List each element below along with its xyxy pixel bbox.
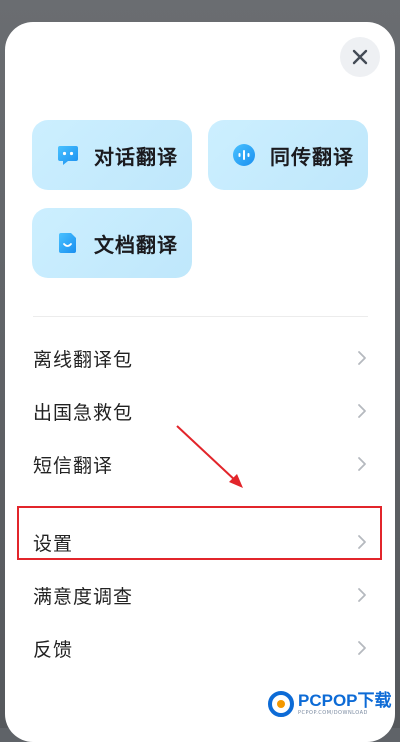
chevron-right-icon: [358, 535, 366, 549]
tile-label: 文档翻译: [94, 232, 178, 257]
menu-item-offline-packs[interactable]: 离线翻译包: [5, 335, 395, 381]
tile-simultaneous-translate[interactable]: 同传翻译: [208, 120, 368, 190]
close-button[interactable]: [340, 37, 380, 77]
voice-wave-icon: [232, 143, 256, 167]
watermark-logo-icon: [268, 691, 294, 717]
menu-item-satisfaction-survey[interactable]: 满意度调查: [5, 572, 395, 618]
chat-bubble-icon: [56, 143, 80, 167]
document-icon: [56, 231, 80, 255]
menu-sheet: 对话翻译 同传翻译 文档翻译 离线翻译包 出国急救包 短信翻译 设置 满意度调查…: [5, 22, 395, 742]
tile-conversation-translate[interactable]: 对话翻译: [32, 120, 192, 190]
chevron-right-icon: [358, 457, 366, 471]
menu-item-feedback[interactable]: 反馈: [5, 625, 395, 671]
tile-label: 同传翻译: [270, 144, 354, 169]
menu-item-label: 短信翻译: [33, 454, 114, 477]
menu-item-label: 设置: [33, 532, 74, 555]
menu-item-label: 离线翻译包: [33, 348, 134, 371]
chevron-right-icon: [358, 351, 366, 365]
menu-item-label: 反馈: [33, 638, 74, 661]
chevron-right-icon: [358, 588, 366, 602]
watermark: PCPOP下载 PCPOP.COM/DOWNLOAD: [268, 680, 398, 728]
chevron-right-icon: [358, 404, 366, 418]
section-divider: [33, 316, 368, 317]
close-icon: [352, 49, 368, 65]
chevron-right-icon: [358, 641, 366, 655]
watermark-subtext: PCPOP.COM/DOWNLOAD: [298, 710, 368, 716]
tile-document-translate[interactable]: 文档翻译: [32, 208, 192, 278]
tile-label: 对话翻译: [94, 144, 178, 169]
menu-item-settings[interactable]: 设置: [5, 519, 395, 565]
watermark-brand: PCPOP下载: [298, 691, 392, 710]
menu-item-label: 满意度调查: [33, 585, 134, 608]
menu-item-label: 出国急救包: [33, 401, 134, 424]
menu-item-travel-first-aid[interactable]: 出国急救包: [5, 388, 395, 434]
menu-item-sms-translate[interactable]: 短信翻译: [5, 441, 395, 487]
